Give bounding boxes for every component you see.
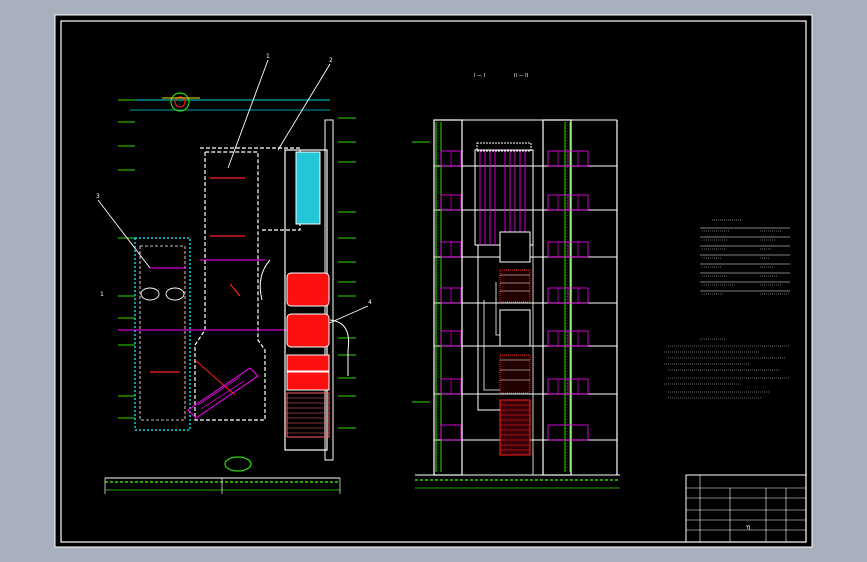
callout-2: 2 (329, 57, 333, 64)
section-label-a: I — I (474, 73, 485, 79)
cad-window: 1 1 2 3 4 I — I II — II YJ (0, 0, 867, 562)
cad-drawing: 1 1 2 3 4 I — I II — II YJ (54, 14, 813, 548)
callout-3: 3 (96, 193, 100, 200)
left-view-label: 1 (100, 291, 104, 298)
economizer-block-3 (286, 354, 330, 372)
callout-1: 1 (266, 53, 270, 60)
economizer-block-4 (286, 371, 330, 391)
callout-4: 4 (368, 299, 372, 306)
superheater-block (295, 151, 321, 225)
section-label-b: II — II (514, 73, 528, 79)
economizer-block-1 (286, 272, 330, 307)
title-block-code: YJ (745, 525, 751, 531)
economizer-block-2 (286, 313, 330, 348)
